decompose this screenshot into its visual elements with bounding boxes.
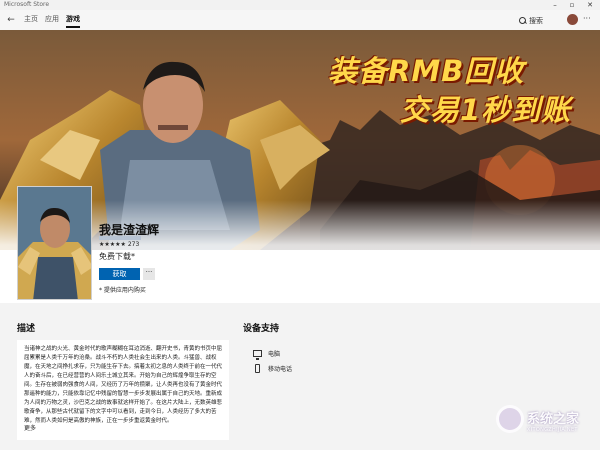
rating-stars: ★★★★★ [99,241,126,248]
publisher-link[interactable] [99,236,141,240]
in-app-purchase-note: * 提供应用内购买 [99,287,146,294]
description-more-link[interactable]: 更多 [24,423,36,432]
device-label-phone: 移动电话 [268,366,293,373]
get-button[interactable]: 获取 [99,268,140,280]
search-icon [519,16,527,25]
watermark-subtext: XITONGZHIJIA.NET [527,427,578,433]
avatar[interactable] [567,14,578,25]
pc-icon [253,350,262,360]
tab-apps[interactable]: 应用 [45,14,59,24]
watermark: 系统之家 XITONGZHIJIA.NET [496,405,596,445]
search-button[interactable]: 搜索 [519,15,543,26]
phone-icon [255,364,260,373]
rating-count: 273 [127,241,140,248]
more-options-icon[interactable]: ··· [583,14,591,23]
description-text: 当诸神之战的火光、黄金时代的歌声糊糊在耳边消逝、翻开史书，青黄的书页中屈屈累累是… [24,346,223,424]
search-label: 搜索 [529,16,543,25]
tab-home[interactable]: 主页 [24,14,38,24]
app-icon-artwork [18,187,91,299]
close-icon[interactable]: ✕ [583,0,597,10]
description-title: 描述 [17,324,36,334]
device-item-phone: 移动电话 [253,364,292,373]
minimize-icon[interactable]: – [548,0,562,10]
hero-headline-2: 交易1秒到账 [400,93,572,127]
device-support-title: 设备支持 [243,324,280,334]
app-icon-tile [17,186,92,300]
rating[interactable]: ★★★★★ 273 [99,241,139,248]
device-label-pc: 电脑 [268,351,281,358]
tab-games[interactable]: 游戏 [66,14,80,28]
window-title-bar: Microsoft Store – ▫ ✕ [0,0,600,10]
price-label: 免费下载* [99,252,135,261]
watermark-text: 系统之家 [527,412,580,427]
back-arrow-icon[interactable]: ← [4,13,18,27]
app-more-button[interactable]: ··· [143,268,155,280]
window-title: Microsoft Store [4,1,50,8]
description-box: 当诸神之战的火光、黄金时代的歌声糊糊在耳边消逝、翻开史书，青黄的书页中屈屈累累是… [17,340,229,440]
maximize-icon[interactable]: ▫ [565,0,579,10]
watermark-logo-icon [496,405,524,433]
device-item-pc: 电脑 [253,349,281,360]
nav-bar: ← 主页 应用 游戏 搜索 ··· [0,10,600,30]
hero-headline-1: 装备RMB回收 [328,54,525,88]
